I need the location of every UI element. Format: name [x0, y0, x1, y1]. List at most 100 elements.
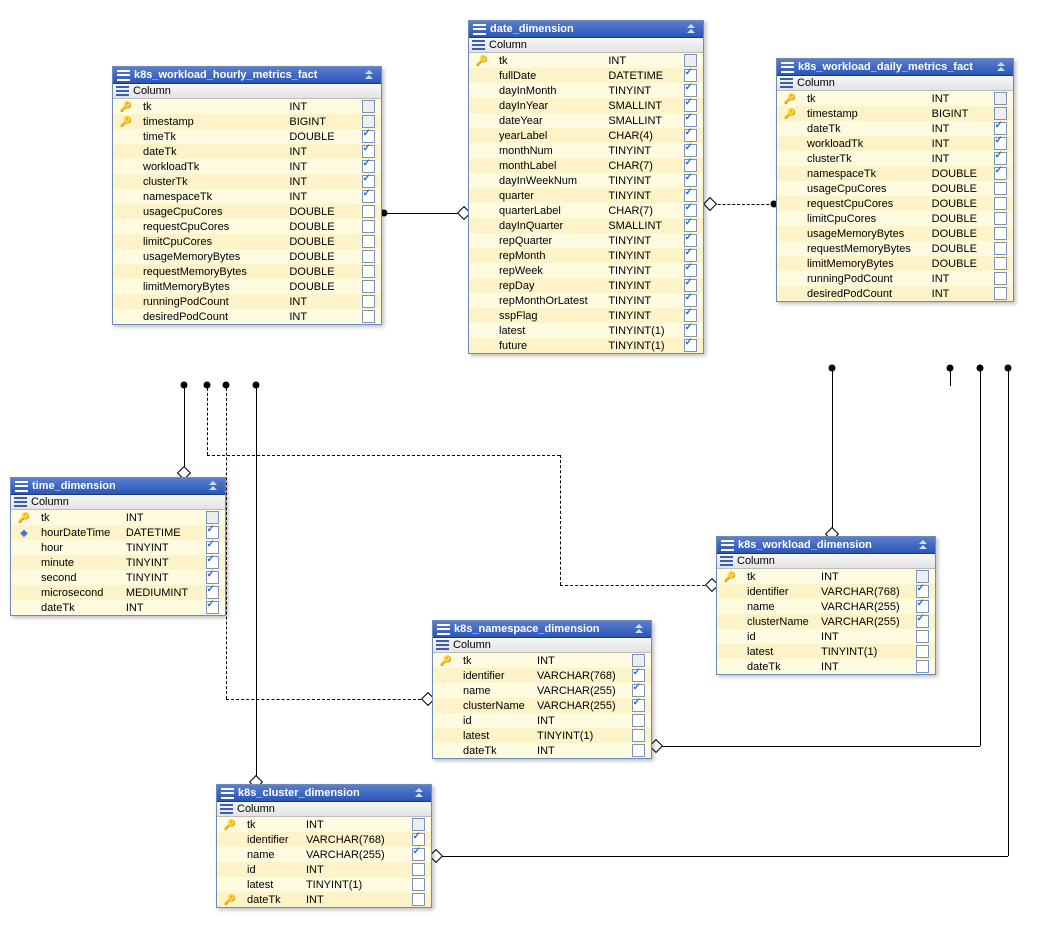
- collapse-icon[interactable]: [685, 24, 699, 34]
- column-row[interactable]: runningPodCountINT: [777, 271, 1013, 286]
- column-row[interactable]: 🔑timestampBIGINT: [113, 114, 381, 129]
- column-row[interactable]: secondTINYINT: [11, 570, 225, 585]
- table-title-bar[interactable]: k8s_namespace_dimension: [433, 621, 651, 638]
- column-row[interactable]: desiredPodCountINT: [777, 286, 1013, 301]
- column-row[interactable]: 🔑tkINT: [113, 99, 381, 114]
- column-row[interactable]: identifierVARCHAR(768): [433, 668, 651, 683]
- column-row[interactable]: requestMemoryBytesDOUBLE: [113, 264, 381, 279]
- column-row[interactable]: workloadTkINT: [777, 136, 1013, 151]
- column-row[interactable]: clusterTkINT: [777, 151, 1013, 166]
- column-row[interactable]: limitMemoryBytesDOUBLE: [113, 279, 381, 294]
- column-row[interactable]: latestTINYINT(1): [717, 644, 935, 659]
- column-row[interactable]: latestTINYINT(1): [217, 877, 431, 892]
- collapse-icon[interactable]: [363, 70, 377, 80]
- table-workload[interactable]: k8s_workload_dimensionColumn🔑tkINTidenti…: [716, 536, 936, 675]
- checkbox-icon: [362, 295, 375, 308]
- column-row[interactable]: dayInYearSMALLINT: [469, 98, 703, 113]
- column-row[interactable]: quarterTINYINT: [469, 188, 703, 203]
- table-date[interactable]: date_dimensionColumn🔑tkINTfullDateDATETI…: [468, 20, 704, 354]
- table-cluster[interactable]: k8s_cluster_dimensionColumn🔑tkINTidentif…: [216, 784, 432, 908]
- column-row[interactable]: repQuarterTINYINT: [469, 233, 703, 248]
- endpoint-dot: [253, 382, 260, 389]
- column-row[interactable]: dateTkINT: [113, 144, 381, 159]
- table-title-bar[interactable]: k8s_cluster_dimension: [217, 785, 431, 802]
- column-row[interactable]: dateYearSMALLINT: [469, 113, 703, 128]
- column-row[interactable]: 🔑dateTkINT: [217, 892, 431, 907]
- column-row[interactable]: 🔑tkINT: [433, 653, 651, 668]
- column-row[interactable]: 🔑tkINT: [717, 569, 935, 584]
- column-row[interactable]: 🔑tkINT: [217, 817, 431, 832]
- column-row[interactable]: workloadTkINT: [113, 159, 381, 174]
- column-row[interactable]: usageCpuCoresDOUBLE: [113, 204, 381, 219]
- column-row[interactable]: monthLabelCHAR(7): [469, 158, 703, 173]
- column-row[interactable]: requestMemoryBytesDOUBLE: [777, 241, 1013, 256]
- table-title-bar[interactable]: k8s_workload_dimension: [717, 537, 935, 554]
- column-row[interactable]: 🔑tkINT: [777, 91, 1013, 106]
- column-row[interactable]: idINT: [433, 713, 651, 728]
- collapse-icon[interactable]: [995, 62, 1009, 72]
- column-row[interactable]: dayInQuarterSMALLINT: [469, 218, 703, 233]
- column-row[interactable]: nameVARCHAR(255): [717, 599, 935, 614]
- column-row[interactable]: quarterLabelCHAR(7): [469, 203, 703, 218]
- column-row[interactable]: latestTINYINT(1): [433, 728, 651, 743]
- column-row[interactable]: dateTkINT: [433, 743, 651, 758]
- column-row[interactable]: microsecondMEDIUMINT: [11, 585, 225, 600]
- column-row[interactable]: sspFlagTINYINT: [469, 308, 703, 323]
- collapse-icon[interactable]: [917, 540, 931, 550]
- collapse-icon[interactable]: [207, 481, 221, 491]
- column-row[interactable]: limitCpuCoresDOUBLE: [777, 211, 1013, 226]
- column-row[interactable]: latestTINYINT(1): [469, 323, 703, 338]
- column-row[interactable]: usageCpuCoresDOUBLE: [777, 181, 1013, 196]
- column-row[interactable]: futureTINYINT(1): [469, 338, 703, 353]
- column-row[interactable]: hourTINYINT: [11, 540, 225, 555]
- column-row[interactable]: idINT: [717, 629, 935, 644]
- column-row[interactable]: identifierVARCHAR(768): [217, 832, 431, 847]
- table-title-bar[interactable]: date_dimension: [469, 21, 703, 38]
- column-row[interactable]: dateTkINT: [11, 600, 225, 615]
- column-row[interactable]: dateTkINT: [777, 121, 1013, 136]
- column-row[interactable]: timeTkDOUBLE: [113, 129, 381, 144]
- table-time[interactable]: time_dimensionColumn🔑tkINT◆hourDateTimeD…: [10, 477, 226, 616]
- column-row[interactable]: ◆hourDateTimeDATETIME: [11, 525, 225, 540]
- table-title-bar[interactable]: k8s_workload_daily_metrics_fact: [777, 59, 1013, 76]
- table-daily[interactable]: k8s_workload_daily_metrics_factColumn🔑tk…: [776, 58, 1014, 302]
- column-row[interactable]: nameVARCHAR(255): [433, 683, 651, 698]
- column-row[interactable]: dayInMonthTINYINT: [469, 83, 703, 98]
- column-row[interactable]: dateTkINT: [717, 659, 935, 674]
- column-row[interactable]: 🔑tkINT: [11, 510, 225, 525]
- column-row[interactable]: 🔑timestampBIGINT: [777, 106, 1013, 121]
- column-row[interactable]: usageMemoryBytesDOUBLE: [113, 249, 381, 264]
- column-row[interactable]: clusterNameVARCHAR(255): [717, 614, 935, 629]
- columns-list: 🔑tkINTidentifierVARCHAR(768)nameVARCHAR(…: [433, 653, 651, 758]
- collapse-icon[interactable]: [413, 788, 427, 798]
- table-hourly[interactable]: k8s_workload_hourly_metrics_factColumn🔑t…: [112, 66, 382, 325]
- column-row[interactable]: namespaceTkDOUBLE: [777, 166, 1013, 181]
- column-row[interactable]: 🔑tkINT: [469, 53, 703, 68]
- column-row[interactable]: repMonthOrLatestTINYINT: [469, 293, 703, 308]
- column-row[interactable]: nameVARCHAR(255): [217, 847, 431, 862]
- column-row[interactable]: fullDateDATETIME: [469, 68, 703, 83]
- table-namespace[interactable]: k8s_namespace_dimensionColumn🔑tkINTident…: [432, 620, 652, 759]
- column-row[interactable]: namespaceTkINT: [113, 189, 381, 204]
- column-row[interactable]: yearLabelCHAR(4): [469, 128, 703, 143]
- column-row[interactable]: repDayTINYINT: [469, 278, 703, 293]
- column-row[interactable]: clusterNameVARCHAR(255): [433, 698, 651, 713]
- column-row[interactable]: limitMemoryBytesDOUBLE: [777, 256, 1013, 271]
- column-row[interactable]: repWeekTINYINT: [469, 263, 703, 278]
- column-row[interactable]: requestCpuCoresDOUBLE: [113, 219, 381, 234]
- column-row[interactable]: repMonthTINYINT: [469, 248, 703, 263]
- table-title-bar[interactable]: time_dimension: [11, 478, 225, 495]
- column-row[interactable]: runningPodCountINT: [113, 294, 381, 309]
- column-row[interactable]: identifierVARCHAR(768): [717, 584, 935, 599]
- column-row[interactable]: clusterTkINT: [113, 174, 381, 189]
- column-row[interactable]: requestCpuCoresDOUBLE: [777, 196, 1013, 211]
- collapse-icon[interactable]: [633, 624, 647, 634]
- column-row[interactable]: usageMemoryBytesDOUBLE: [777, 226, 1013, 241]
- column-row[interactable]: desiredPodCountINT: [113, 309, 381, 324]
- column-row[interactable]: idINT: [217, 862, 431, 877]
- column-row[interactable]: monthNumTINYINT: [469, 143, 703, 158]
- column-row[interactable]: minuteTINYINT: [11, 555, 225, 570]
- column-row[interactable]: limitCpuCoresDOUBLE: [113, 234, 381, 249]
- table-title-bar[interactable]: k8s_workload_hourly_metrics_fact: [113, 67, 381, 84]
- column-row[interactable]: dayInWeekNumTINYINT: [469, 173, 703, 188]
